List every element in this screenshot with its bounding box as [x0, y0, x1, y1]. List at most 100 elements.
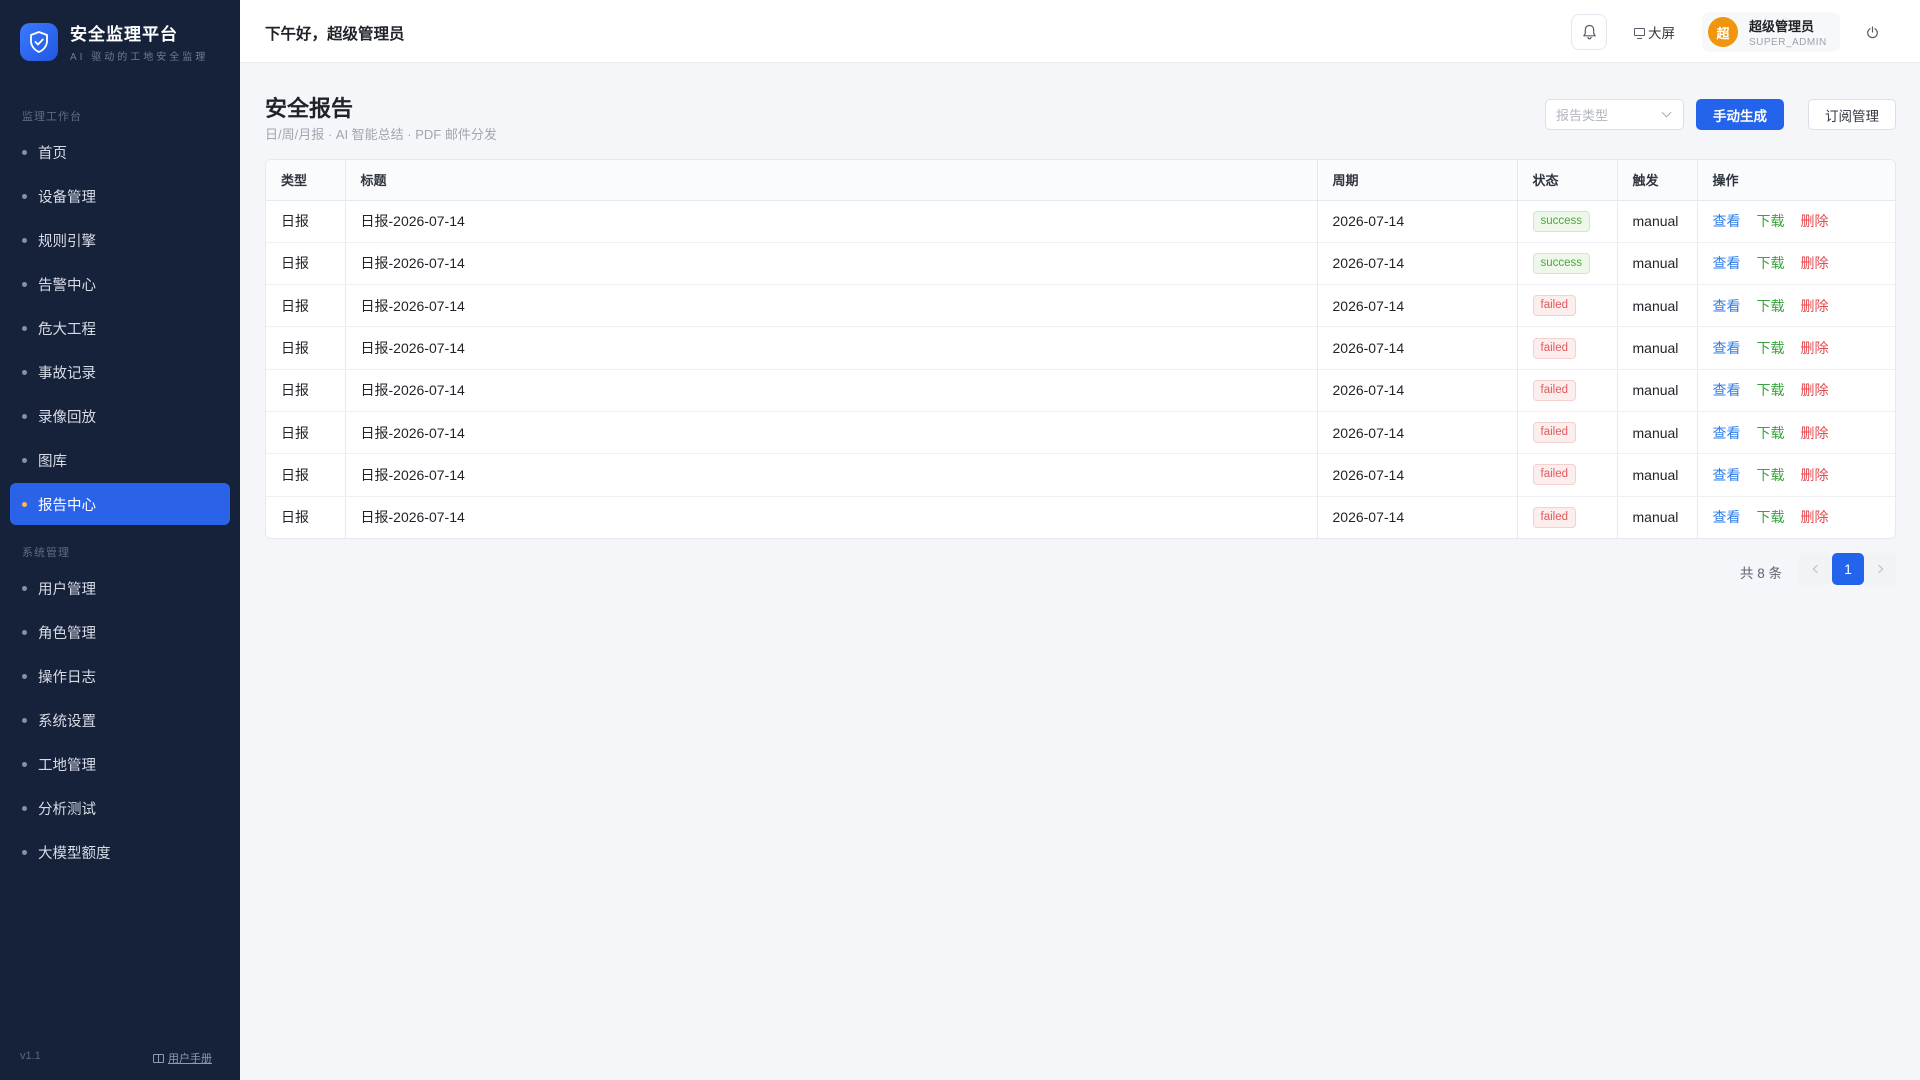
user-manual-link[interactable]: 用户手册: [153, 1050, 212, 1066]
delete-link[interactable]: 删除: [1801, 298, 1829, 314]
table-row: 日报 日报-2026-07-14 2026-07-14 failed manual 查看下…: [266, 411, 1895, 455]
view-link[interactable]: 查看: [1713, 382, 1741, 398]
download-link[interactable]: 下载: [1757, 213, 1785, 229]
brand[interactable]: 安全监理平台 AI 驱动的工地安全监理: [20, 20, 208, 63]
delete-link[interactable]: 删除: [1801, 255, 1829, 271]
report-type-select[interactable]: 报告类型: [1545, 99, 1684, 130]
delete-link[interactable]: 删除: [1801, 425, 1829, 441]
view-link[interactable]: 查看: [1713, 213, 1741, 229]
bullet-dot-icon: [22, 149, 27, 155]
download-link[interactable]: 下载: [1757, 298, 1785, 314]
cell-trigger: manual: [1617, 200, 1698, 243]
sidebar-item[interactable]: 规则引擎: [10, 219, 230, 261]
user-role: SUPER_ADMIN: [1749, 37, 1827, 48]
delete-link[interactable]: 删除: [1801, 509, 1829, 525]
sidebar-item[interactable]: 分析测试: [10, 787, 230, 829]
sidebar-item[interactable]: 事故记录: [10, 351, 230, 393]
total-count: 共 8 条: [1740, 566, 1783, 581]
subscription-manage-button[interactable]: 订阅管理: [1808, 99, 1896, 130]
cell-status: failed: [1517, 411, 1618, 455]
bullet-dot-icon: [22, 805, 27, 811]
sidebar-item[interactable]: 工地管理: [10, 743, 230, 785]
cell-trigger: manual: [1617, 242, 1698, 286]
sidebar-item[interactable]: 危大工程: [10, 307, 230, 349]
view-link[interactable]: 查看: [1713, 425, 1741, 441]
cell-status: failed: [1517, 453, 1618, 497]
sidebar-item[interactable]: 大模型额度: [10, 831, 230, 873]
download-link[interactable]: 下载: [1757, 382, 1785, 398]
column-header-status: 状态: [1517, 160, 1618, 201]
delete-link[interactable]: 删除: [1801, 467, 1829, 483]
sidebar-item[interactable]: 图库: [10, 439, 230, 481]
sidebar-item-label: 首页: [38, 145, 67, 162]
cell-status: failed: [1517, 284, 1618, 328]
bullet-dot-icon: [22, 281, 27, 287]
power-icon: [1866, 25, 1878, 38]
sidebar-item[interactable]: 角色管理: [10, 611, 230, 653]
column-header-type: 类型: [266, 160, 346, 201]
sidebar-item[interactable]: 设备管理: [10, 175, 230, 217]
page-title: 安全报告: [265, 96, 354, 121]
sidebar-item[interactable]: 系统设置: [10, 699, 230, 741]
cell-period: 2026-07-14: [1317, 200, 1518, 243]
delete-link[interactable]: 删除: [1801, 213, 1829, 229]
sidebar-item[interactable]: 录像回放: [10, 395, 230, 437]
manual-generate-button[interactable]: 手动生成: [1696, 99, 1784, 130]
cell-trigger: manual: [1617, 453, 1698, 497]
view-link[interactable]: 查看: [1713, 509, 1741, 525]
report-type-placeholder: 报告类型: [1556, 108, 1609, 123]
cell-type: 日报: [266, 411, 346, 455]
cell-type: 日报: [266, 200, 346, 243]
download-link[interactable]: 下载: [1757, 509, 1785, 525]
view-link[interactable]: 查看: [1713, 298, 1741, 314]
status-badge: failed: [1532, 464, 1576, 486]
view-link[interactable]: 查看: [1713, 467, 1741, 483]
sidebar-item[interactable]: 报告中心: [10, 483, 230, 525]
bullet-dot-icon: [22, 673, 27, 679]
column-header-title: 标题: [345, 160, 1318, 201]
bullet-dot-icon: [22, 457, 27, 463]
table-header-row: 类型 标题 周期 状态 触发 操作: [266, 160, 1895, 201]
cell-actions: 查看 下载 删除: [1697, 369, 1895, 412]
cell-title: 日报-2026-07-14: [345, 326, 1318, 370]
bullet-dot-icon: [22, 369, 27, 375]
view-link[interactable]: 查看: [1713, 255, 1741, 271]
user-profile[interactable]: 超 超级管理员 SUPER_ADMIN: [1702, 12, 1840, 52]
cell-status: success: [1517, 200, 1618, 243]
chevron-left-icon: [1812, 564, 1821, 574]
logout-button[interactable]: [1864, 24, 1880, 40]
greeting-text: 下午好，超级管理员: [265, 26, 405, 43]
cell-title: 日报-2026-07-14: [345, 284, 1318, 328]
cell-trigger: manual: [1617, 411, 1698, 455]
sidebar-item[interactable]: 告警中心: [10, 263, 230, 305]
sidebar-item[interactable]: 首页: [10, 131, 230, 173]
cell-actions: 查看 下载 删除: [1697, 411, 1895, 455]
shield-logo-icon: [20, 22, 58, 61]
sidebar-item-label: 危大工程: [38, 321, 96, 338]
user-name: 超级管理员: [1749, 19, 1815, 34]
sidebar-item-label: 规则引擎: [38, 233, 96, 250]
cell-title: 日报-2026-07-14: [345, 411, 1318, 455]
sidebar-item-label: 系统设置: [38, 713, 96, 730]
cell-title: 日报-2026-07-14: [345, 369, 1318, 412]
download-link[interactable]: 下载: [1757, 467, 1785, 483]
delete-link[interactable]: 删除: [1801, 340, 1829, 356]
bullet-dot-icon: [22, 325, 27, 331]
download-link[interactable]: 下载: [1757, 425, 1785, 441]
next-page-button[interactable]: [1864, 553, 1896, 585]
download-link[interactable]: 下载: [1757, 255, 1785, 271]
page-number-current[interactable]: 1: [1832, 553, 1864, 585]
notification-button[interactable]: [1571, 14, 1607, 50]
delete-link[interactable]: 删除: [1801, 382, 1829, 398]
sidebar-item[interactable]: 用户管理: [10, 567, 230, 609]
sidebar-item[interactable]: 操作日志: [10, 655, 230, 697]
sidebar-item-label: 分析测试: [38, 801, 96, 818]
cell-type: 日报: [266, 453, 346, 497]
chevron-down-icon: [1661, 107, 1672, 118]
big-screen-button[interactable]: 大屏: [1634, 22, 1675, 42]
status-badge: success: [1532, 210, 1591, 232]
view-link[interactable]: 查看: [1713, 340, 1741, 356]
prev-page-button[interactable]: [1799, 553, 1831, 585]
download-link[interactable]: 下载: [1757, 340, 1785, 356]
sidebar-item-label: 设备管理: [38, 189, 96, 206]
